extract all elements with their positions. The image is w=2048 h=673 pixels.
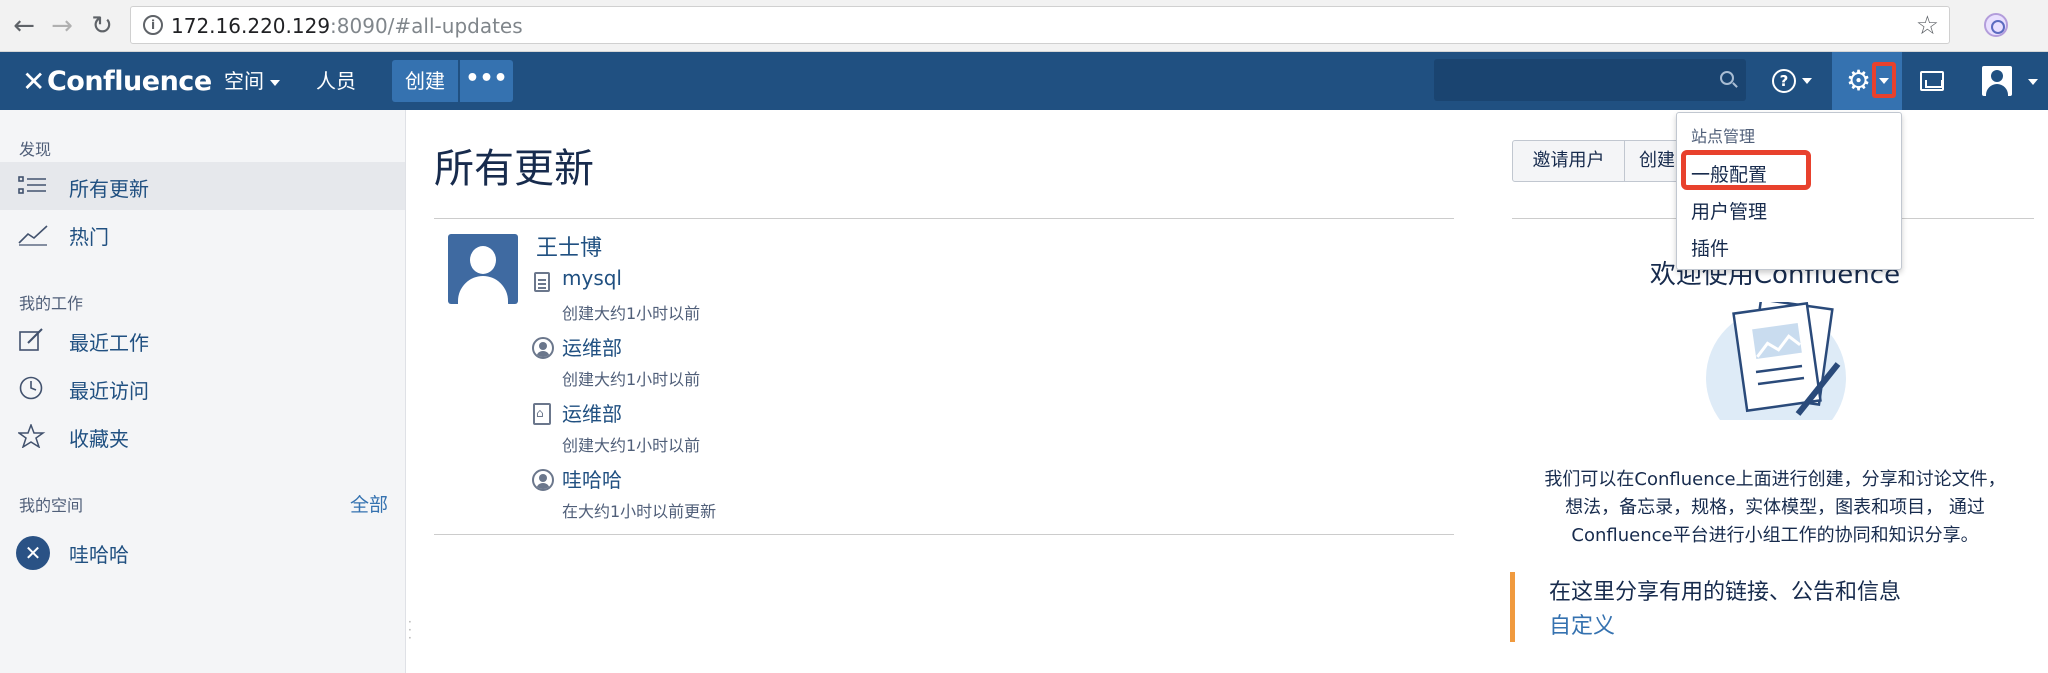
sidebar-item-label: 最近工作 [69, 331, 149, 355]
gear-icon: ⚙ [1846, 64, 1872, 97]
admin-dropdown-menu: 站点管理 一般配置 用户管理 插件 [1676, 112, 1902, 270]
forward-arrow-icon[interactable]: → [46, 10, 78, 42]
welcome-line: Confluence平台进行小组工作的协同和知识分享。 [1571, 525, 1979, 546]
feed-item-meta: 创建大约1小时以前 [562, 370, 701, 389]
logo-text: Confluence [46, 65, 212, 97]
nav-spaces[interactable]: 空间 [224, 52, 280, 110]
info-icon[interactable]: i [143, 15, 163, 35]
sidebar-resize-handle[interactable]: · · · [408, 616, 412, 644]
feed-user-name[interactable]: 王士博 [536, 230, 602, 262]
sidebar-item-label: 所有更新 [69, 177, 149, 201]
sidebar-item-recently-viewed[interactable]: 最近访问 [0, 364, 405, 412]
feed-item: 哇哈哈 在大约1小时以前更新 [532, 464, 1132, 528]
announcement-panel: 在这里分享有用的链接、公告和信息 自定义 [1510, 572, 2038, 642]
feed-item-meta: 在大约1小时以前更新 [562, 502, 717, 521]
confluence-logo-icon: ✕ [22, 64, 45, 98]
feed-item: 运维部 创建大约1小时以前 [532, 398, 1132, 462]
bookmark-star-icon[interactable]: ☆ [1916, 11, 1939, 41]
menu-item-general-config[interactable]: 一般配置 [1691, 160, 1767, 187]
chevron-down-icon [1802, 78, 1812, 84]
url-host: 172.16.220.129 [171, 14, 331, 38]
chevron-down-icon[interactable] [2028, 79, 2038, 85]
inbox-icon[interactable] [1920, 71, 1944, 91]
person-icon [532, 336, 554, 359]
help-icon: ? [1772, 69, 1796, 93]
clock-icon [18, 376, 48, 400]
feed-item-title[interactable]: mysql [562, 266, 622, 290]
sidebar-item-label: 热门 [69, 225, 109, 249]
sidebar-heading-my-work: 我的工作 [19, 294, 84, 313]
page-title: 所有更新 [434, 146, 594, 192]
sidebar-item-label: 哇哈哈 [69, 543, 129, 567]
person-icon [532, 468, 554, 491]
welcome-description: 我们可以在Confluence上面进行创建，分享和讨论文件， 想法，备忘录，规格… [1512, 466, 2038, 550]
sidebar-heading-discover: 发现 [19, 140, 52, 159]
nav-spaces-label: 空间 [224, 69, 264, 93]
list-icon [18, 174, 48, 198]
reload-icon[interactable]: ↻ [86, 10, 118, 42]
sidebar-item-favorites[interactable]: 收藏夹 [0, 412, 405, 460]
search-input[interactable] [1434, 59, 1746, 101]
sidebar-item-space[interactable]: ✕ 哇哈哈 [0, 528, 405, 576]
feed-item-meta: 创建大约1小时以前 [562, 304, 701, 323]
home-page-icon [532, 402, 554, 425]
sidebar-item-label: 收藏夹 [69, 427, 129, 451]
sidebar-item-popular[interactable]: 热门 [0, 210, 405, 258]
url-path: :8090/#all-updates [330, 14, 523, 38]
page-icon [532, 270, 554, 292]
feed-item-title[interactable]: 运维部 [562, 332, 622, 361]
create-button[interactable]: 创建 [392, 60, 458, 102]
menu-item-user-management[interactable]: 用户管理 [1691, 197, 1767, 224]
welcome-line: 我们可以在Confluence上面进行创建，分享和讨论文件， [1544, 469, 2006, 490]
create-space-button[interactable]: 创建 [1624, 140, 1684, 182]
feed-item-meta: 创建大约1小时以前 [562, 436, 701, 455]
sidebar-item-label: 最近访问 [69, 379, 149, 403]
app-header: ✕ Confluence 空间 人员 创建 ••• ? ⚙ [0, 52, 2048, 110]
sidebar-item-all-updates[interactable]: 所有更新 [0, 162, 405, 210]
confluence-logo[interactable]: ✕ Confluence [22, 64, 212, 98]
sidebar: 发现 所有更新 热门 我的工作 最近工作 最近访问 收藏夹 我的空间 全部 ✕ … [0, 110, 406, 673]
feed-item-title[interactable]: 哇哈哈 [562, 464, 622, 493]
dropdown-heading: 站点管理 [1691, 127, 1756, 146]
customize-link[interactable]: 自定义 [1549, 608, 1615, 640]
feed-item: mysql 创建大约1小时以前 [532, 266, 1132, 330]
trend-icon [18, 222, 48, 246]
space-logo-icon: ✕ [16, 536, 50, 570]
sidebar-item-recent-work[interactable]: 最近工作 [0, 316, 405, 364]
back-arrow-icon[interactable]: ← [8, 10, 40, 42]
chevron-down-icon [270, 79, 280, 86]
star-icon [16, 422, 48, 449]
user-avatar-icon[interactable] [1982, 66, 2012, 96]
settings-menu-button[interactable]: ⚙ [1832, 52, 1902, 110]
feed-item-title[interactable]: 运维部 [562, 398, 622, 427]
more-create-button[interactable]: ••• [460, 60, 513, 102]
announcement-text: 在这里分享有用的链接、公告和信息 [1549, 580, 1902, 605]
edit-icon [18, 328, 48, 352]
user-avatar[interactable] [448, 234, 518, 304]
nav-people[interactable]: 人员 [316, 52, 356, 110]
document-illustration-icon [1698, 298, 1848, 448]
sidebar-heading-my-spaces: 我的空间 [19, 496, 84, 515]
welcome-line: 想法，备忘录，规格，实体模型，图表和项目， 通过 [1565, 497, 1985, 518]
all-spaces-link[interactable]: 全部 [350, 490, 388, 517]
nav-people-label: 人员 [316, 69, 356, 93]
invite-users-button[interactable]: 邀请用户 [1512, 140, 1625, 182]
address-bar[interactable]: i 172.16.220.129:8090/#all-updates ☆ [130, 6, 1950, 44]
search-icon [1720, 71, 1734, 85]
divider [434, 534, 1454, 535]
highlight-box [1872, 62, 1896, 98]
browser-toolbar: ← → ↻ i 172.16.220.129:8090/#all-updates… [0, 0, 2048, 52]
divider [434, 218, 1454, 219]
chevron-down-icon [1879, 78, 1889, 84]
menu-item-plugins[interactable]: 插件 [1691, 234, 1729, 261]
extension-icon[interactable] [1984, 13, 2008, 37]
feed-item: 运维部 创建大约1小时以前 [532, 332, 1132, 396]
url-text: 172.16.220.129:8090/#all-updates [171, 14, 523, 38]
help-button[interactable]: ? [1772, 64, 1812, 98]
